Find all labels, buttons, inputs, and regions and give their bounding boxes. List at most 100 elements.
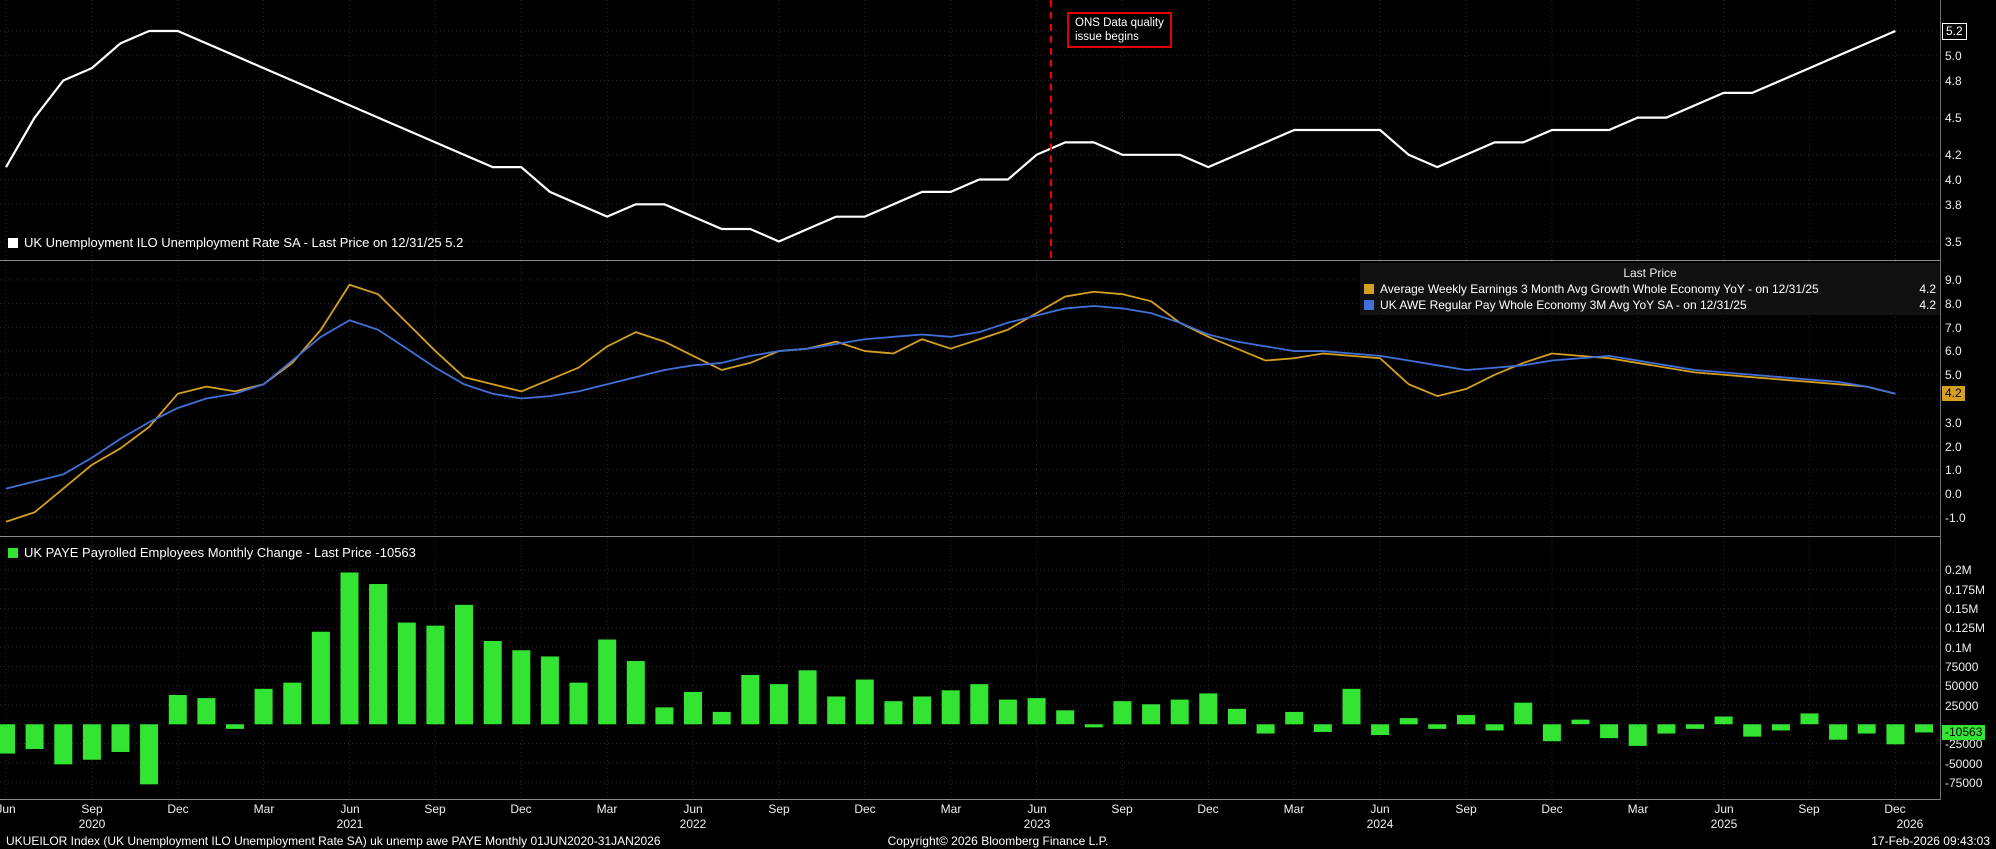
x-axis-year-label: 2023 [1017, 817, 1057, 831]
y-axis-tick-label: 0.0 [1945, 487, 1962, 502]
paye-bar [1285, 712, 1303, 724]
paye-bar [255, 689, 273, 724]
paye-bar [83, 724, 101, 759]
paye-bar [1142, 704, 1160, 724]
panel-paye[interactable]: UK PAYE Payrolled Employees Monthly Chan… [0, 537, 1940, 800]
paye-bar [1400, 718, 1418, 724]
x-axis-month-label: Jun [334, 802, 366, 816]
paye-bar [140, 724, 158, 784]
paye-bar [655, 707, 673, 724]
paye-bar [1715, 717, 1733, 725]
x-axis-month-label: Jun [1364, 802, 1396, 816]
paye-bar [169, 695, 187, 724]
footer-copyright: Copyright© 2026 Bloomberg Finance L.P. [888, 834, 1109, 848]
paye-bar [684, 692, 702, 724]
paye-bar [341, 572, 359, 724]
y-axis-tick-label: 4.8 [1945, 74, 1962, 89]
y-axis-tick-label: 0.1M [1945, 641, 1972, 656]
y-axis-tick-label: 0.175M [1945, 583, 1985, 598]
x-axis-month-label: Mar [591, 802, 623, 816]
legend-row-awe-regular[interactable]: UK AWE Regular Pay Whole Economy 3M Avg … [1364, 297, 1936, 313]
panel-unemployment[interactable]: ONS Data quality issue begins UK Unemplo… [0, 0, 1940, 261]
paye-bar [627, 661, 645, 724]
paye-bar [1572, 720, 1590, 725]
y-axis-tick-label: 3.8 [1945, 198, 1962, 213]
x-axis-labels: JunSepDecMarJunSepDecMarJunSepDecMarJunS… [0, 800, 1940, 834]
paye-bar [1113, 701, 1131, 724]
paye-bar [26, 724, 44, 749]
y-axis-tick-label: 4.2 [1945, 148, 1962, 163]
y-axis-tick-label: 5.0 [1945, 49, 1962, 64]
y-axis-tick-label: 25000 [1945, 699, 1978, 714]
awe-total-series-swatch [1364, 284, 1374, 294]
x-axis-month-label: Jun [0, 802, 22, 816]
paye-bar [1028, 698, 1046, 724]
y-axis-tick-label: 3.5 [1945, 235, 1962, 250]
paye-bar [112, 724, 130, 752]
paye-bar [1199, 693, 1217, 724]
bloomberg-terminal-chart: ONS Data quality issue begins UK Unemplo… [0, 0, 1996, 849]
ons-data-quality-annotation: ONS Data quality issue begins [1067, 12, 1172, 48]
y-axis-tick-label: 0.2M [1945, 563, 1972, 578]
paye-bar [512, 650, 530, 724]
paye-bar [1686, 724, 1704, 729]
x-axis-year-label: 2020 [72, 817, 112, 831]
paye-bar [1257, 724, 1275, 733]
paye-series-label: UK PAYE Payrolled Employees Monthly Chan… [24, 545, 416, 560]
paye-series-swatch [8, 548, 18, 558]
panel-earnings[interactable]: Last Price Average Weekly Earnings 3 Mon… [0, 261, 1940, 537]
x-axis-month-label: Jun [1708, 802, 1740, 816]
x-axis-month-label: Jun [1021, 802, 1053, 816]
awe-regular-series-label: UK AWE Regular Pay Whole Economy 3M Avg … [1380, 298, 1747, 312]
y-axis-tick-label: 6.0 [1945, 344, 1962, 359]
paye-bar [999, 700, 1017, 725]
y-axis-last-price-badge: 5.2 [1942, 23, 1967, 40]
paye-bar [1886, 724, 1904, 744]
paye-bar [1228, 709, 1246, 724]
legend-paye[interactable]: UK PAYE Payrolled Employees Monthly Chan… [8, 545, 416, 560]
paye-bar [484, 641, 502, 724]
unemployment-series-swatch [8, 238, 18, 248]
y-axis-tick-label: 9.0 [1945, 273, 1962, 288]
legend-row-awe-total[interactable]: Average Weekly Earnings 3 Month Avg Grow… [1364, 281, 1936, 297]
x-axis-month-label: Dec [162, 802, 194, 816]
paye-bar [426, 626, 444, 725]
y-axis-tick-label: 5.0 [1945, 368, 1962, 383]
x-axis-month-label: Dec [505, 802, 537, 816]
paye-bar [1915, 724, 1933, 732]
y-axis-tick-label: 7.0 [1945, 321, 1962, 336]
paye-bar [1772, 724, 1790, 730]
footer-security-info: UKUEILOR Index (UK Unemployment ILO Unem… [6, 834, 888, 848]
y-axis-tick-label: 0.15M [1945, 602, 1978, 617]
x-axis-month-label: Sep [419, 802, 451, 816]
unemployment-series-label: UK Unemployment ILO Unemployment Rate SA… [24, 235, 463, 250]
y-axis-tick-label: -1.0 [1945, 511, 1966, 526]
paye-bar [369, 584, 387, 724]
unemployment-chart-canvas[interactable] [0, 0, 1940, 260]
y-axis-tick-label: 4.0 [1945, 173, 1962, 188]
paye-bar [856, 680, 874, 725]
paye-bar [1657, 724, 1675, 733]
annotation-line1: ONS Data quality [1075, 16, 1164, 30]
awe-regular-last-price: 4.2 [1919, 298, 1936, 312]
paye-bar [226, 724, 244, 729]
paye-chart-canvas[interactable] [0, 537, 1940, 799]
paye-bar [398, 623, 416, 725]
awe-total-series-label: Average Weekly Earnings 3 Month Avg Grow… [1380, 282, 1819, 296]
y-axis-spine [1940, 0, 1941, 800]
x-axis-year-label: 2026 [1890, 817, 1930, 831]
paye-bar [1457, 715, 1475, 724]
y-axis-tick-label: 50000 [1945, 679, 1978, 694]
x-axis-year-label: 2022 [673, 817, 713, 831]
paye-bar [54, 724, 72, 764]
paye-bar [1629, 724, 1647, 746]
x-axis-month-label: Mar [248, 802, 280, 816]
x-axis-month-label: Sep [763, 802, 795, 816]
legend-unemployment[interactable]: UK Unemployment ILO Unemployment Rate SA… [8, 235, 463, 250]
paye-bar [0, 724, 15, 753]
y-axis-tick-label: 8.0 [1945, 297, 1962, 312]
y-axis-tick-label: -75000 [1945, 776, 1982, 791]
paye-bar [1486, 724, 1504, 730]
paye-bar [598, 640, 616, 725]
paye-bar [1514, 703, 1532, 725]
